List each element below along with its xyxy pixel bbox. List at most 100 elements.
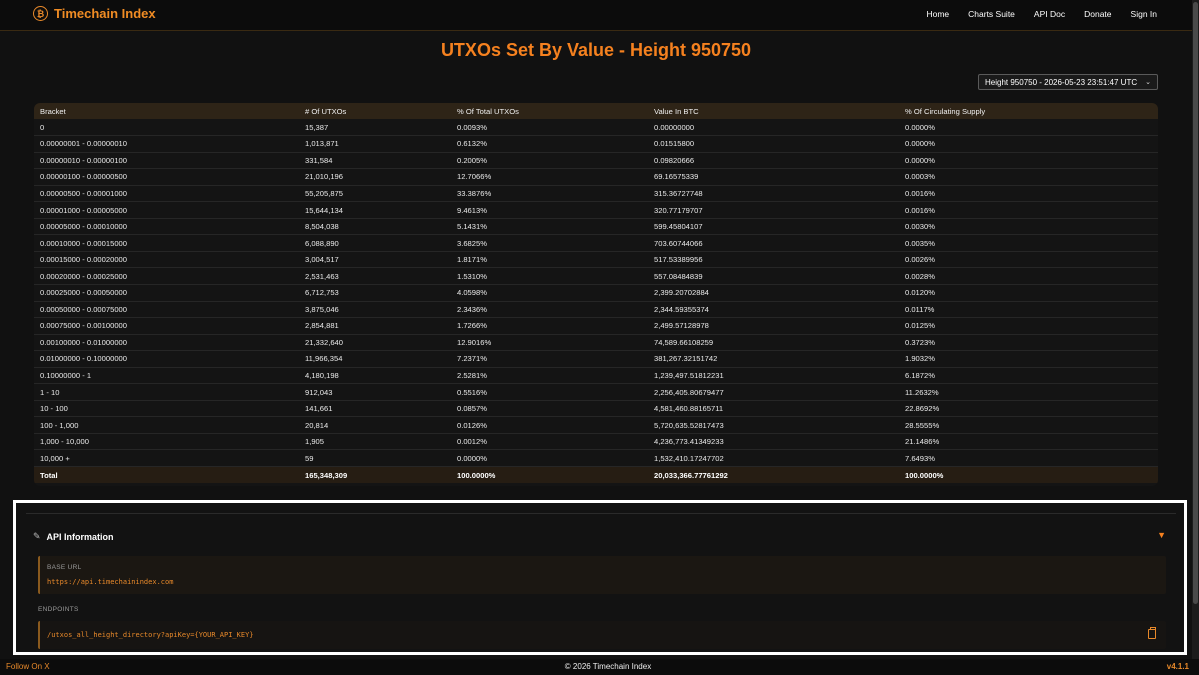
cell-utxo-count: 11,966,354: [305, 354, 343, 364]
cell-pct-supply: 0.0003%: [905, 172, 935, 182]
cell-pct-supply: 0.0120%: [905, 288, 935, 298]
cell-bracket: 0.00050000 - 0.00075000: [40, 304, 127, 314]
cell-utxo-count: 4,180,198: [305, 370, 339, 380]
cell-bracket: 0.00075000 - 0.00100000: [40, 321, 127, 331]
cell-value-btc: 381,267.32151742: [654, 354, 718, 364]
cell-value-btc: 2,256,405.80679477: [654, 387, 724, 397]
table-row: 0.00005000 - 0.00010000 8,504,038 5.1431% 5…: [34, 218, 1158, 235]
column-header-pct-total: % Of Total UTXOs: [457, 106, 519, 116]
cell-utxo-count: 331,584: [305, 155, 333, 165]
scrollbar-thumb[interactable]: [1193, 2, 1198, 604]
api-title: API Information: [46, 531, 114, 542]
cell-pct-supply: 28.5555%: [905, 420, 940, 430]
cell-pct-total: 0.0012%: [457, 437, 487, 447]
table-row: 0.00000001 - 0.00000010 1,013,871 0.6132% 0…: [34, 136, 1158, 153]
cell-bracket: 1,000 - 10,000: [40, 437, 89, 447]
table-row: 1 - 10 912,043 0.5516% 2,256,405.80679477 11…: [34, 384, 1158, 401]
cell-pct-supply: 0.0125%: [905, 321, 935, 331]
cell-bracket: 0.00100000 - 0.01000000: [40, 337, 127, 347]
cell-pct-total: 5.1431%: [457, 222, 487, 232]
cell-pct-supply: 0.0016%: [905, 188, 935, 198]
table-row: 0.00000500 - 0.00001000 55,205,875 33.3876…: [34, 185, 1158, 202]
table-row: 0.00025000 - 0.00050000 6,712,753 4.0598% 2…: [34, 284, 1158, 302]
brand[interactable]: ₿ Timechain Index: [33, 6, 156, 21]
table-row: 0.10000000 - 1 4,180,198 2.5281% 1,239,497.…: [34, 367, 1158, 384]
code-icon: ✎: [33, 531, 41, 541]
cell-pct-supply: 7.6493%: [905, 453, 935, 463]
base-url-label: BASE URL: [47, 564, 82, 571]
table-row: 0.00000100 - 0.00000500 21,010,196 12.7066…: [34, 169, 1158, 186]
cell-value-btc: 703.60744066: [654, 238, 703, 248]
height-select[interactable]: Height 950750 - 2026-05-23 23:51:47 UTC …: [978, 74, 1158, 90]
table-row: 0.00050000 - 0.00075000 3,875,046 2.3436% 2…: [34, 301, 1158, 318]
table-total-row: Total 165,348,309 100.0000% 20,033,366.7…: [34, 466, 1158, 484]
utxo-table: Bracket # Of UTXOs % Of Total UTXOs Valu…: [34, 103, 1158, 484]
copyright-text: © 2026 Timechain Index: [564, 662, 652, 671]
cell-value-btc: 4,236,773.41349233: [654, 437, 724, 447]
copy-clipboard-icon[interactable]: [1148, 627, 1156, 639]
cell-bracket: 0.00001000 - 0.00005000: [40, 205, 127, 215]
cell-value-btc: 517.53389956: [654, 255, 703, 265]
divider: [26, 513, 1176, 514]
total-pct-supply: 100.0000%: [905, 470, 944, 480]
table-row: 0.01000000 - 0.10000000 11,966,354 7.2371%…: [34, 351, 1158, 368]
cell-value-btc: 1,532,410.17247702: [654, 453, 724, 463]
cell-utxo-count: 21,010,196: [305, 172, 344, 182]
brand-name[interactable]: Timechain Index: [54, 6, 156, 21]
cell-bracket: 0.00025000 - 0.00050000: [40, 288, 127, 298]
api-information-panel: ✎ API Information ▼ BASE URL https://api…: [13, 500, 1187, 655]
nav-home[interactable]: Home: [926, 9, 949, 19]
cell-utxo-count: 1,013,871: [305, 139, 339, 149]
cell-value-btc: 2,499.57128978: [654, 321, 709, 331]
cell-value-btc: 315.36727748: [654, 188, 703, 198]
bitcoin-logo-icon: ₿: [33, 6, 48, 21]
table-row: 0.00020000 - 0.00025000 2,531,463 1.5310% 5…: [34, 268, 1158, 285]
cell-pct-total: 0.0857%: [457, 404, 487, 414]
table-row: 100 - 1,000 20,814 0.0126% 5,720,635.528174…: [34, 417, 1158, 434]
cell-bracket: 1 - 10: [40, 387, 60, 397]
cell-pct-total: 2.5281%: [457, 370, 487, 380]
cell-bracket: 100 - 1,000: [40, 420, 79, 430]
cell-pct-total: 1.8171%: [457, 255, 487, 265]
nav-sign-in[interactable]: Sign In: [1131, 9, 1157, 19]
cell-value-btc: 2,344.59355374: [654, 304, 709, 314]
cell-utxo-count: 6,088,890: [305, 238, 339, 248]
collapse-triangle-icon[interactable]: ▼: [1157, 530, 1166, 540]
page-scrollbar[interactable]: [1192, 0, 1199, 659]
cell-utxo-count: 15,644,134: [305, 205, 344, 215]
table-row: 0.00001000 - 0.00005000 15,644,134 9.4613%…: [34, 202, 1158, 219]
cell-pct-total: 4.0598%: [457, 288, 487, 298]
base-url-value[interactable]: https://api.timechainindex.com: [47, 578, 173, 586]
column-header-value-btc: Value In BTC: [654, 106, 699, 116]
cell-pct-total: 1.5310%: [457, 271, 487, 281]
cell-pct-total: 0.5516%: [457, 387, 487, 397]
cell-value-btc: 0.01515800: [654, 139, 695, 149]
cell-pct-total: 12.9016%: [457, 337, 492, 347]
table-body: 0 15,387 0.0093% 0.00000000 0.0000% 0.0000000…: [34, 119, 1158, 467]
cell-bracket: 0.00000500 - 0.00001000: [40, 188, 127, 198]
endpoint-path[interactable]: /utxos_all_height_directory?apiKey={YOUR…: [47, 631, 254, 639]
cell-pct-total: 3.6825%: [457, 238, 487, 248]
nav-donate[interactable]: Donate: [1084, 9, 1111, 19]
table-row: 10,000 + 59 0.0000% 1,532,410.17247702 7.649…: [34, 450, 1158, 467]
cell-bracket: 0.00000100 - 0.00000500: [40, 172, 127, 182]
cell-pct-total: 0.0126%: [457, 420, 487, 430]
cell-value-btc: 2,399.20702884: [654, 288, 709, 298]
cell-value-btc: 0.09820666: [654, 155, 695, 165]
nav-charts-suite[interactable]: Charts Suite: [968, 9, 1015, 19]
table-row: 1,000 - 10,000 1,905 0.0012% 4,236,773.4134…: [34, 433, 1158, 450]
cell-bracket: 10 - 100: [40, 404, 68, 414]
cell-pct-total: 7.2371%: [457, 354, 487, 364]
footer: Follow On X © 2026 Timechain Index v4.1.…: [0, 659, 1199, 675]
cell-pct-supply: 0.0035%: [905, 238, 935, 248]
cell-pct-supply: 0.0016%: [905, 205, 935, 215]
cell-pct-total: 12.7066%: [457, 172, 492, 182]
cell-utxo-count: 3,875,046: [305, 304, 339, 314]
cell-utxo-count: 3,004,517: [305, 255, 339, 265]
nav-api-doc[interactable]: API Doc: [1034, 9, 1065, 19]
api-header[interactable]: ✎ API Information: [33, 531, 114, 542]
cell-utxo-count: 2,854,881: [305, 321, 339, 331]
cell-bracket: 0.01000000 - 0.10000000: [40, 354, 127, 364]
total-value-btc: 20,033,366.77761292: [654, 470, 728, 480]
cell-pct-supply: 0.0117%: [905, 304, 935, 314]
